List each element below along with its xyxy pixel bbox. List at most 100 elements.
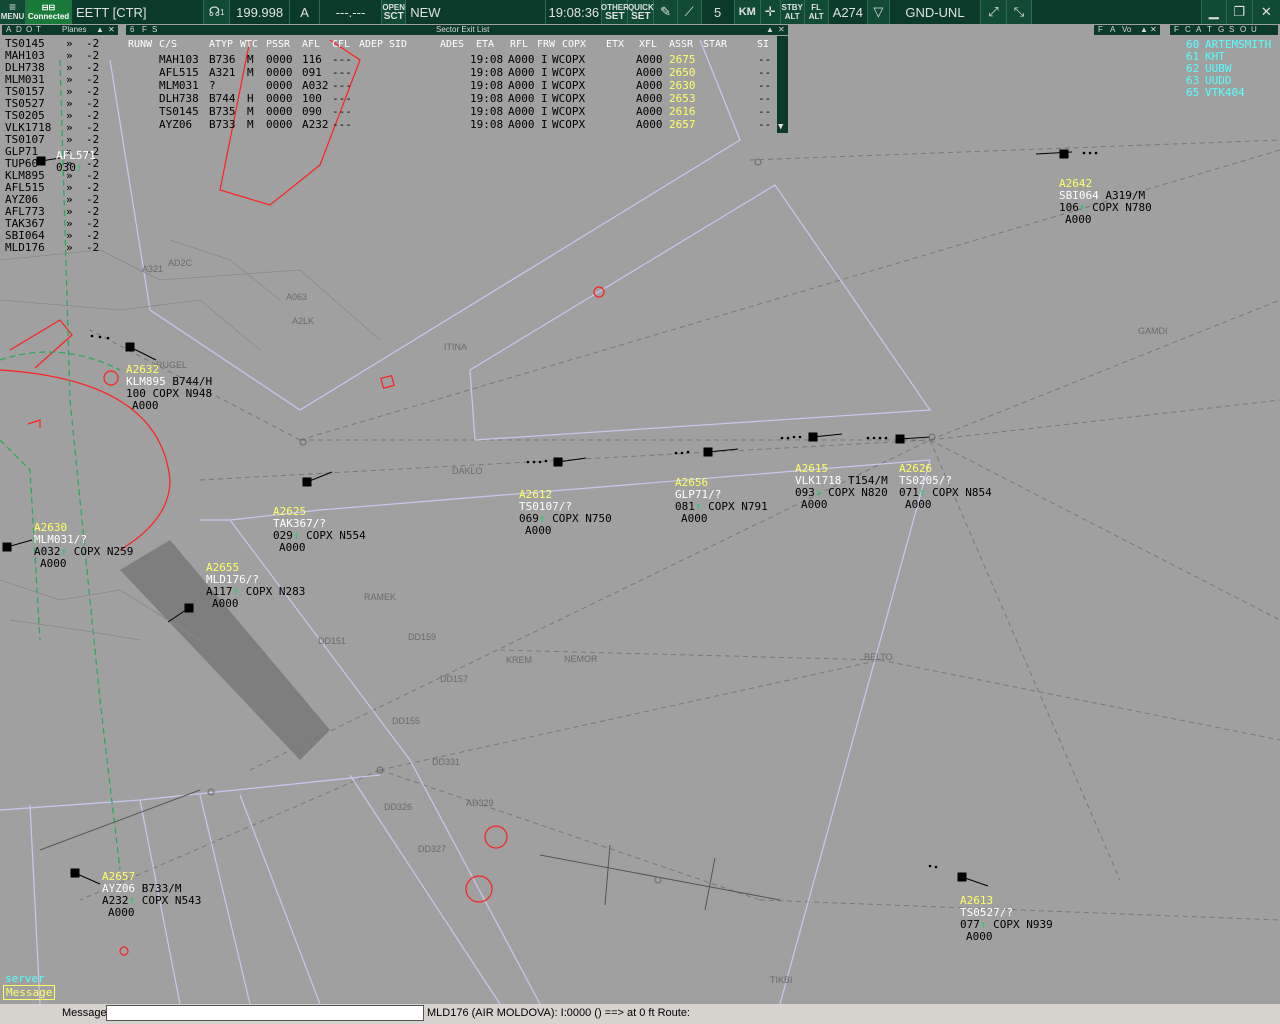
message-input[interactable] [106, 1005, 424, 1021]
message-button[interactable]: Message [3, 985, 56, 1000]
column-header[interactable]: CFL [332, 38, 350, 51]
tab-s[interactable]: S [1229, 25, 1234, 35]
scroll-up-icon[interactable]: ▲ [766, 25, 774, 35]
route-tool-button[interactable]: ⤢ [981, 0, 1007, 24]
altitude-display[interactable]: A274 [829, 0, 869, 24]
column-header[interactable]: RUNW [128, 38, 152, 51]
server-button[interactable]: server [5, 972, 45, 985]
primary-frequency[interactable]: 199.998 [230, 0, 291, 24]
target-label[interactable]: A2655 MLD176/? A117↑ COPX N283 A000 [206, 562, 305, 610]
planes-panel-header[interactable]: A D O T Planes ▲ ✕ [2, 25, 118, 35]
exit-cell-afl: A032 [302, 79, 329, 92]
sector-state[interactable]: NEW [406, 0, 547, 24]
controllers-panel-header[interactable]: FCATGSOU [1170, 25, 1278, 35]
column-header[interactable]: COPX [562, 38, 586, 51]
radar-scope[interactable] [0, 0, 1280, 1004]
tab-f[interactable]: F [1098, 25, 1103, 35]
vector-tool-button[interactable]: ⤡ [1006, 0, 1033, 24]
atis-letter[interactable]: A [290, 0, 320, 24]
tab-o[interactable]: O [1240, 25, 1246, 35]
tab-s[interactable]: S [152, 25, 157, 35]
close-icon[interactable]: ✕ [1150, 25, 1157, 35]
atis-button[interactable]: ☊ 1 [204, 0, 230, 24]
exit-cell-cs[interactable]: MAH103 [159, 53, 199, 66]
tab-t[interactable]: T [36, 25, 41, 35]
altitude-filter[interactable]: GND-UNL [890, 0, 982, 24]
fl-alt-button[interactable]: FL ALT [804, 0, 829, 24]
scroll-up-icon[interactable]: ▲ [1140, 25, 1148, 35]
target-label[interactable]: A2656 GLP71/? 081↑ COPX N791 A000 [675, 477, 768, 525]
column-header[interactable]: ETX [606, 38, 624, 51]
target-label[interactable]: A2632 KLM895 B744/H 100 COPX N948 A000 [126, 364, 212, 412]
column-header[interactable]: ADES [440, 38, 464, 51]
tab-c[interactable]: C [1185, 25, 1191, 35]
column-header[interactable]: WTC [240, 38, 258, 51]
tab-u[interactable]: U [1251, 25, 1257, 35]
other-set-button[interactable]: OTHER SET [601, 0, 629, 24]
target-label[interactable]: A2626 TS0205/? 071↑ COPX N854 A000 [899, 463, 992, 511]
units-button[interactable]: KM [734, 0, 761, 24]
close-button[interactable]: ✕ [1252, 0, 1280, 24]
compass-button[interactable]: ✛ [760, 0, 781, 24]
exit-list-header[interactable]: 6 F S Sector Exit List ▲ ✕ [126, 25, 788, 35]
column-header[interactable]: ETA [476, 38, 494, 51]
target-label[interactable]: A2642 SBI064 A319/M 106↑ COPX N780 A000 [1059, 178, 1152, 226]
exit-cell-cs[interactable]: AYZ06 [159, 118, 192, 131]
stby-alt-button[interactable]: STBY ALT [780, 0, 805, 24]
menu-button[interactable]: ≡ MENU [0, 0, 26, 24]
controller-number[interactable]: 65 [1186, 86, 1199, 99]
exit-cell-cs[interactable]: MLM031 [159, 79, 199, 92]
tab-o[interactable]: O [26, 25, 32, 35]
exit-cell-cs[interactable]: AFL515 [159, 66, 199, 79]
column-header[interactable]: ATYP [209, 38, 233, 51]
exit-list-scrollbar[interactable] [777, 36, 788, 133]
target-label[interactable]: A2657 AYZ06 B733/M A232↑ COPX N543 A000 [102, 871, 201, 919]
plane-callsign[interactable]: MLD176 [5, 241, 45, 254]
connection-status[interactable]: ⊟⊟ Connected [26, 0, 72, 24]
close-icon[interactable]: ✕ [108, 25, 115, 35]
secondary-frequency[interactable]: ---.--- [320, 0, 383, 24]
exit-cell-cs[interactable]: DLH738 [159, 92, 199, 105]
target-label[interactable]: AFL571 030↑ [56, 150, 96, 174]
scroll-up-icon[interactable]: ▲ [96, 25, 104, 35]
facilities-panel-header[interactable]: F A Vo ▲ ✕ [1094, 25, 1160, 35]
column-header[interactable]: RFL [510, 38, 528, 51]
column-header[interactable]: PSSR [266, 38, 290, 51]
close-icon[interactable]: ✕ [778, 25, 785, 35]
target-label[interactable]: A2625 TAK367/? 029↑ COPX N554 A000 [273, 506, 366, 554]
column-header[interactable]: FRW [537, 38, 555, 51]
tab-g[interactable]: G [1218, 25, 1224, 35]
target-label[interactable]: A2612 TS0107/? 069↑ COPX N750 A000 [519, 489, 612, 537]
controller-name[interactable]: VTK404 [1205, 86, 1245, 99]
exit-cell-cs[interactable]: TS0145 [159, 105, 199, 118]
tab-a[interactable]: A [1196, 25, 1201, 35]
filter-button[interactable]: ▽ [868, 0, 890, 24]
column-header[interactable]: XFL [639, 38, 657, 51]
target-label[interactable]: A2630 MLM031/? A032↑ COPX N259 A000 [34, 522, 133, 570]
column-header[interactable]: AFL [302, 38, 320, 51]
open-sct-button[interactable]: OPEN SCT [382, 0, 407, 24]
quick-set-button[interactable]: QUICK SET [628, 0, 655, 24]
tab-a[interactable]: A [6, 25, 11, 35]
note-tool-button[interactable]: ✎ [654, 0, 678, 24]
column-header[interactable]: C/S [159, 38, 177, 51]
tab-a[interactable]: A [1110, 25, 1115, 35]
tab-t[interactable]: T [1207, 25, 1212, 35]
target-label[interactable]: A2615 VLK1718 T154/M 093↑ COPX N820 A000 [795, 463, 888, 511]
column-header[interactable]: ADEP [359, 38, 383, 51]
minimize-button[interactable]: ▁ [1201, 0, 1228, 24]
tab-f[interactable]: F [1174, 25, 1179, 35]
target-label[interactable]: A2613 TS0527/? 077↑ COPX N939 A000 [960, 895, 1053, 943]
tab-vo[interactable]: Vo [1122, 25, 1131, 35]
tab-d[interactable]: D [16, 25, 22, 35]
range-display[interactable]: 5 [702, 0, 735, 24]
tab-f[interactable]: F [142, 25, 147, 35]
maximize-button[interactable]: ❐ [1227, 0, 1253, 24]
column-header[interactable]: SID [389, 38, 407, 51]
measure-tool-button[interactable]: ⟋ [677, 0, 702, 24]
column-header[interactable]: SI [757, 38, 769, 51]
tab-6[interactable]: 6 [130, 25, 134, 35]
column-header[interactable]: ASSR [669, 38, 693, 51]
scroll-down-icon[interactable]: ▼ [778, 122, 783, 132]
column-header[interactable]: STAR [703, 38, 727, 51]
